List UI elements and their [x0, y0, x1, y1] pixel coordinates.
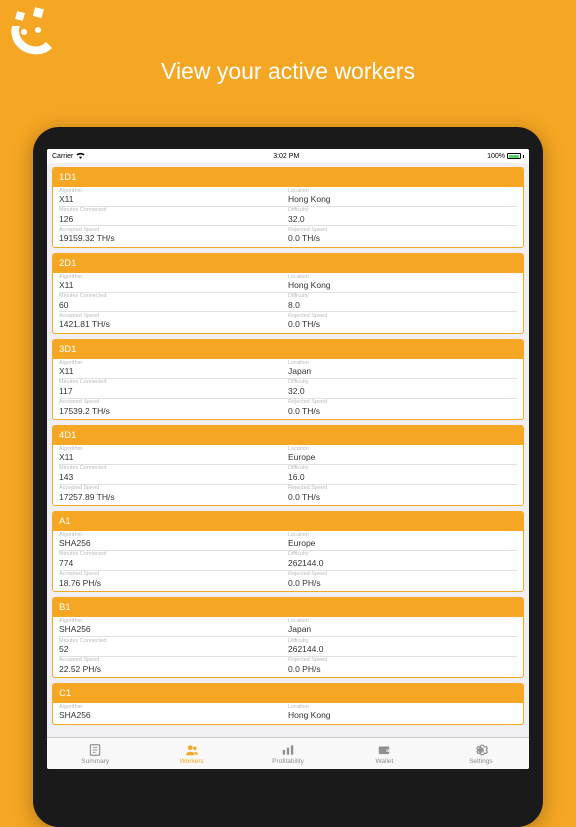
- worker-name: B1: [53, 598, 523, 617]
- algorithm-value: X11: [59, 280, 288, 290]
- minutes-value: 52: [59, 644, 288, 654]
- tablet-frame: Carrier 3:02 PM 100% 1D1AlgorithmX11Loca…: [33, 127, 543, 827]
- worker-card[interactable]: A1AlgorithmSHA256LocationEuropeMinutes C…: [52, 511, 524, 592]
- app-logo-icon: [6, 4, 62, 65]
- difficulty-value: 8.0: [288, 300, 517, 310]
- minutes-value: 126: [59, 214, 288, 224]
- rejected-value: 0.0 TH/s: [288, 406, 517, 416]
- worker-card[interactable]: 4D1AlgorithmX11LocationEuropeMinutes Con…: [52, 425, 524, 506]
- marketing-headline: View your active workers: [0, 58, 576, 85]
- tab-workers[interactable]: Workers: [143, 738, 239, 769]
- accepted-value: 17539.2 TH/s: [59, 406, 288, 416]
- tab-label: Workers: [180, 758, 204, 765]
- accepted-value: 17257.89 TH/s: [59, 492, 288, 502]
- worker-name: 2D1: [53, 254, 523, 273]
- accepted-value: 19159.32 TH/s: [59, 233, 288, 243]
- worker-card[interactable]: 2D1AlgorithmX11LocationHong KongMinutes …: [52, 253, 524, 334]
- carrier-label: Carrier: [52, 153, 73, 160]
- location-value: Japan: [288, 366, 517, 376]
- wallet-icon: [377, 743, 391, 757]
- algorithm-value: X11: [59, 452, 288, 462]
- algorithm-value: SHA256: [59, 624, 288, 634]
- algorithm-value: SHA256: [59, 710, 288, 720]
- rejected-value: 0.0 PH/s: [288, 664, 517, 674]
- tab-label: Profitability: [272, 758, 304, 765]
- tab-bar: Summary Workers Profitability Wallet Setting…: [47, 737, 529, 769]
- worker-card[interactable]: B1AlgorithmSHA256LocationJapanMinutes Co…: [52, 597, 524, 678]
- tab-label: Wallet: [376, 758, 394, 765]
- accepted-value: 22.52 PH/s: [59, 664, 288, 674]
- clock: 3:02 PM: [273, 153, 299, 160]
- rejected-value: 0.0 TH/s: [288, 233, 517, 243]
- difficulty-value: 262144.0: [288, 644, 517, 654]
- accepted-value: 1421.81 TH/s: [59, 319, 288, 329]
- location-value: Hong Kong: [288, 710, 517, 720]
- accepted-value: 18.76 PH/s: [59, 578, 288, 588]
- location-value: Hong Kong: [288, 280, 517, 290]
- worker-card[interactable]: 1D1AlgorithmX11LocationHong KongMinutes …: [52, 167, 524, 248]
- summary-icon: [88, 743, 102, 757]
- location-value: Europe: [288, 538, 517, 548]
- tab-settings[interactable]: Settings: [433, 738, 529, 769]
- difficulty-value: 16.0: [288, 472, 517, 482]
- difficulty-value: 262144.0: [288, 558, 517, 568]
- minutes-value: 117: [59, 386, 288, 396]
- location-value: Hong Kong: [288, 194, 517, 204]
- workers-icon: [185, 743, 199, 757]
- status-bar: Carrier 3:02 PM 100%: [47, 149, 529, 163]
- worker-name: 4D1: [53, 426, 523, 445]
- algorithm-value: X11: [59, 194, 288, 204]
- battery-icon: [507, 153, 521, 159]
- worker-name: 1D1: [53, 168, 523, 187]
- algorithm-value: SHA256: [59, 538, 288, 548]
- worker-card[interactable]: 3D1AlgorithmX11LocationJapanMinutes Conn…: [52, 339, 524, 420]
- worker-name: A1: [53, 512, 523, 531]
- settings-icon: [474, 743, 488, 757]
- screen: Carrier 3:02 PM 100% 1D1AlgorithmX11Loca…: [47, 149, 529, 769]
- worker-name: C1: [53, 684, 523, 703]
- tab-summary[interactable]: Summary: [47, 738, 143, 769]
- location-value: Japan: [288, 624, 517, 634]
- tab-label: Settings: [469, 758, 493, 765]
- difficulty-value: 32.0: [288, 386, 517, 396]
- workers-list[interactable]: 1D1AlgorithmX11LocationHong KongMinutes …: [47, 163, 529, 737]
- tab-profitability[interactable]: Profitability: [240, 738, 336, 769]
- tab-label: Summary: [81, 758, 109, 765]
- tab-wallet[interactable]: Wallet: [336, 738, 432, 769]
- minutes-value: 774: [59, 558, 288, 568]
- location-value: Europe: [288, 452, 517, 462]
- wifi-icon: [76, 152, 85, 161]
- worker-name: 3D1: [53, 340, 523, 359]
- algorithm-value: X11: [59, 366, 288, 376]
- rejected-value: 0.0 TH/s: [288, 492, 517, 502]
- battery-percent: 100%: [487, 153, 505, 160]
- difficulty-value: 32.0: [288, 214, 517, 224]
- worker-card[interactable]: C1AlgorithmSHA256LocationHong Kong: [52, 683, 524, 725]
- profitability-icon: [281, 743, 295, 757]
- minutes-value: 143: [59, 472, 288, 482]
- rejected-value: 0.0 PH/s: [288, 578, 517, 588]
- minutes-value: 60: [59, 300, 288, 310]
- rejected-value: 0.0 TH/s: [288, 319, 517, 329]
